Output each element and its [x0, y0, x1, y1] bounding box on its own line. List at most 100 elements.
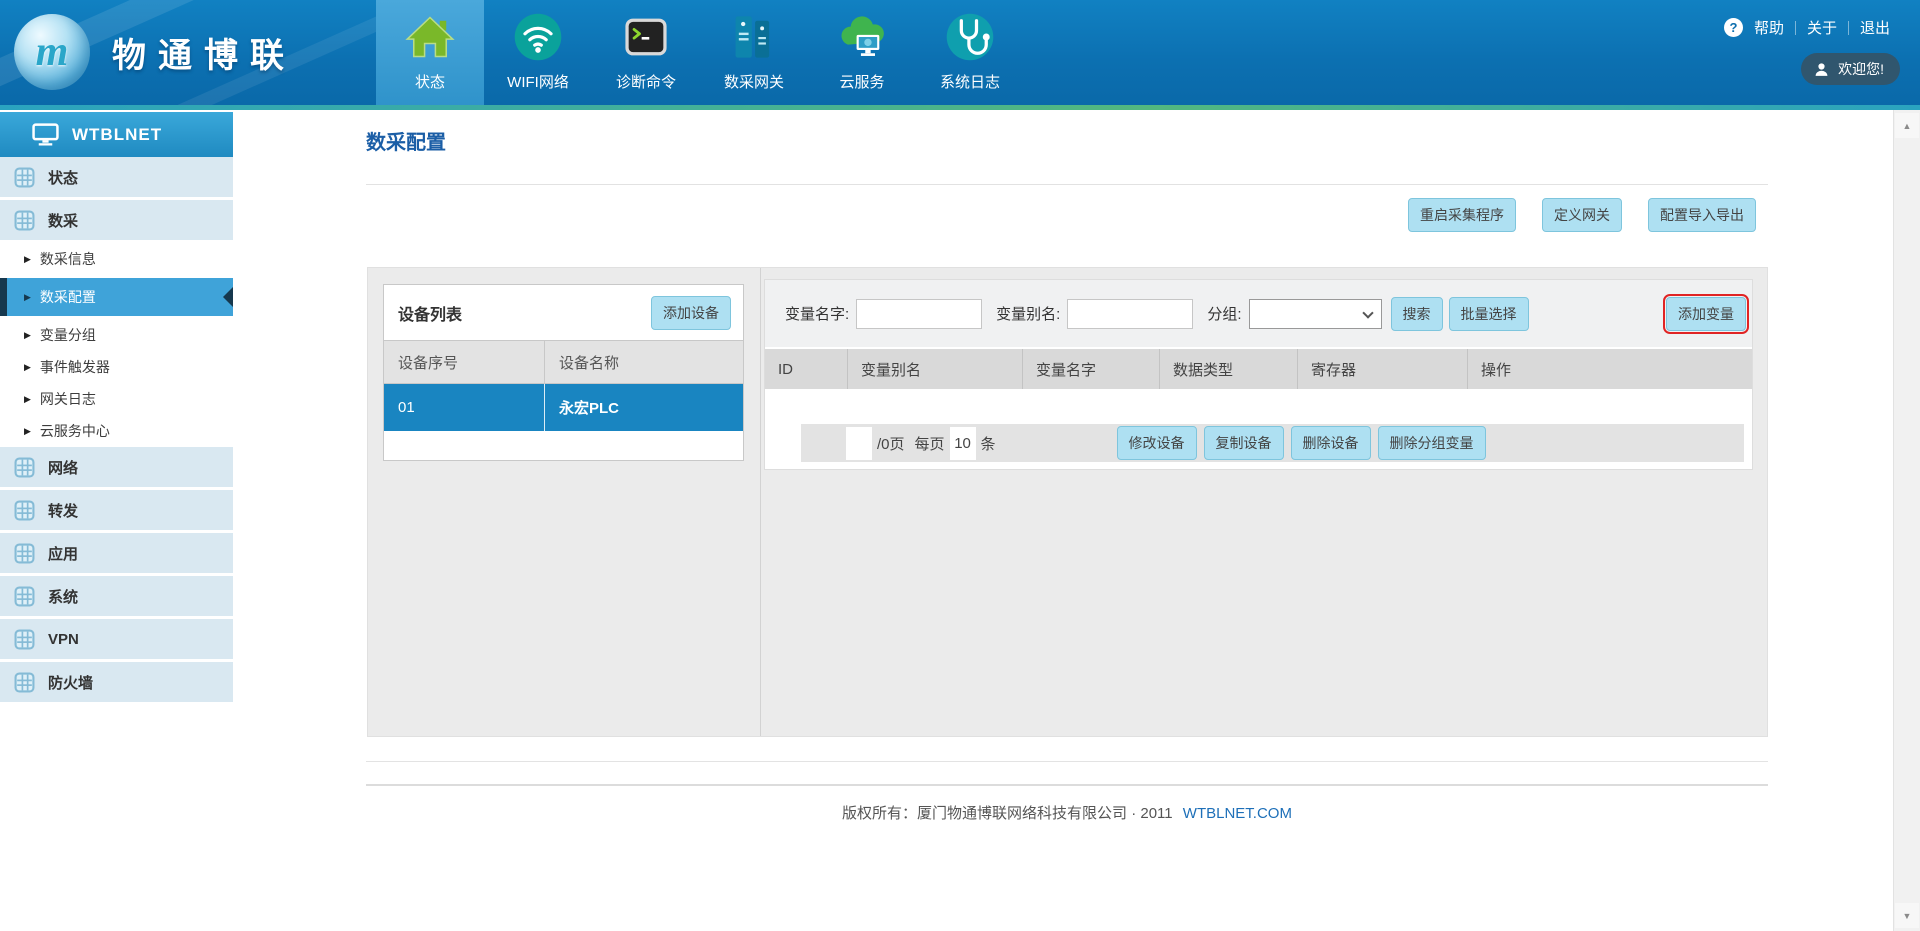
copy-device-button[interactable]: 复制设备 [1204, 426, 1284, 460]
terminal-icon [620, 11, 672, 63]
sidebar-item-label: 数采 [48, 210, 78, 231]
define-gateway-button[interactable]: 定义网关 [1542, 198, 1622, 232]
dataacq-config-panel: 设备列表 添加设备 设备序号 设备名称 01 永宏PLC 变量名字: 变量别名: [367, 267, 1768, 737]
home-icon [404, 11, 456, 63]
logout-link[interactable]: 退出 [1860, 17, 1890, 38]
sidebar-subitem-dataacq-config[interactable]: ▶ 数采配置 [0, 278, 233, 316]
nav-tab-gateway[interactable]: 数采网关 [700, 0, 808, 110]
expand-arrow-icon: ▶ [24, 292, 31, 303]
scroll-down-icon[interactable]: ▼ [1895, 903, 1919, 928]
nav-tab-wifi[interactable]: WIFI网络 [484, 0, 592, 110]
pagination-bar: /0页 每页 条 修改设备 复制设备 删除设备 删除分组变量 [801, 424, 1744, 462]
grid-icon [14, 210, 35, 231]
sidebar-item-label: 网络 [48, 457, 78, 478]
delete-group-variables-button[interactable]: 删除分组变量 [1378, 426, 1486, 460]
sidebar-item-label: 系统 [48, 586, 78, 607]
brand-logo: m 物通博联 [14, 14, 296, 90]
welcome-text: 欢迎您! [1838, 59, 1884, 79]
help-link[interactable]: 帮助 [1754, 17, 1784, 38]
wtblnet-link[interactable]: WTBLNET.COM [1183, 805, 1292, 822]
vertical-scrollbar[interactable]: ▲ ▼ [1893, 110, 1920, 931]
variable-alias-input[interactable] [1067, 299, 1193, 329]
page-number-input[interactable] [846, 427, 872, 460]
nav-tab-label: WIFI网络 [507, 71, 569, 92]
top-header: m 物通博联 状态 WIFI网络 诊断命令 [0, 0, 1920, 110]
nav-tab-diagnostic[interactable]: 诊断命令 [592, 0, 700, 110]
device-row-selected[interactable]: 01 永宏PLC [384, 384, 743, 431]
nav-tab-label: 云服务 [839, 71, 884, 92]
restart-collector-button[interactable]: 重启采集程序 [1408, 198, 1516, 232]
footer-copyright: 版权所有：厦门物通博联网络科技有限公司 · 2011 WTBLNET.COM [366, 802, 1768, 823]
selected-notch-icon [223, 287, 233, 307]
nav-tab-syslog[interactable]: 系统日志 [916, 0, 1024, 110]
logo-text: 物通博联 [112, 28, 296, 77]
delete-device-button[interactable]: 删除设备 [1291, 426, 1371, 460]
add-device-button[interactable]: 添加设备 [651, 296, 731, 330]
sidebar-item-vpn[interactable]: VPN [0, 619, 233, 659]
device-serial-column-header: 设备序号 [384, 341, 545, 383]
sidebar-title: WTBLNET [72, 125, 162, 145]
nav-tab-label: 系统日志 [940, 71, 1000, 92]
group-select[interactable] [1249, 299, 1382, 329]
grid-icon [14, 586, 35, 607]
server-icon [728, 11, 780, 63]
search-button[interactable]: 搜索 [1391, 297, 1443, 331]
device-table-header: 设备序号 设备名称 [384, 341, 743, 384]
variable-name-input[interactable] [856, 299, 982, 329]
sidebar-item-application[interactable]: 应用 [0, 533, 233, 573]
device-actions: 修改设备 复制设备 删除设备 删除分组变量 [1117, 426, 1486, 460]
sidebar-subitem-label: 变量分组 [40, 325, 96, 345]
per-page-input[interactable] [950, 427, 976, 460]
sidebar-item-system[interactable]: 系统 [0, 576, 233, 616]
sidebar: WTBLNET 状态 数采 ▶ 数采信息 ▶ 数采配置 ▶ 变量分组 ▶ 事件触… [0, 112, 233, 931]
link-separator [1795, 21, 1796, 35]
scroll-up-icon[interactable]: ▲ [1895, 113, 1919, 138]
nav-tab-cloud[interactable]: 云服务 [808, 0, 916, 110]
config-import-export-button[interactable]: 配置导入导出 [1648, 198, 1756, 232]
nav-tab-status[interactable]: 状态 [376, 0, 484, 110]
sidebar-item-network[interactable]: 网络 [0, 447, 233, 487]
sidebar-item-label: 状态 [48, 167, 78, 188]
device-list-panel: 设备列表 添加设备 设备序号 设备名称 01 永宏PLC [383, 284, 744, 461]
expand-arrow-icon: ▶ [24, 254, 31, 265]
modify-device-button[interactable]: 修改设备 [1117, 426, 1197, 460]
divider [366, 184, 1768, 185]
col-actions: 操作 [1468, 349, 1752, 389]
variables-table-header: ID 变量别名 变量名字 数据类型 寄存器 操作 [765, 347, 1752, 389]
sidebar-subitem-event-trigger[interactable]: ▶ 事件触发器 [0, 351, 233, 383]
col-id: ID [765, 349, 848, 389]
batch-select-button[interactable]: 批量选择 [1449, 297, 1529, 331]
group-label: 分组: [1207, 303, 1241, 324]
sidebar-subitem-dataacq-info[interactable]: ▶ 数采信息 [0, 243, 233, 275]
header-links: ? 帮助 关于 退出 [1724, 17, 1890, 38]
page-total-label: /0页 [877, 433, 905, 454]
sidebar-subitem-gateway-log[interactable]: ▶ 网关日志 [0, 383, 233, 415]
sidebar-item-firewall[interactable]: 防火墙 [0, 662, 233, 702]
app-window: m 物通博联 状态 WIFI网络 诊断命令 [0, 0, 1920, 931]
sidebar-item-dataacq[interactable]: 数采 [0, 200, 233, 240]
about-link[interactable]: 关于 [1807, 17, 1837, 38]
grid-icon [14, 629, 35, 650]
per-page-label: 每页 [915, 433, 945, 454]
expand-arrow-icon: ▶ [24, 330, 31, 341]
device-list-header: 设备列表 添加设备 [384, 285, 743, 341]
page-title: 数采配置 [366, 126, 446, 155]
sidebar-item-forward[interactable]: 转发 [0, 490, 233, 530]
device-name-column-header: 设备名称 [545, 341, 743, 383]
unit-label: 条 [981, 433, 996, 454]
add-variable-button[interactable]: 添加变量 [1666, 297, 1746, 331]
variable-alias-label: 变量别名: [996, 303, 1060, 324]
cloud-icon [836, 11, 888, 63]
nav-tab-label: 状态 [415, 71, 445, 92]
sidebar-item-status[interactable]: 状态 [0, 157, 233, 197]
sidebar-subitem-label: 数采信息 [40, 249, 96, 269]
sidebar-subitem-variable-group[interactable]: ▶ 变量分组 [0, 319, 233, 351]
monitor-icon [32, 123, 59, 146]
sidebar-subitem-label: 网关日志 [40, 389, 96, 409]
help-icon: ? [1724, 18, 1743, 37]
sidebar-subitem-cloud-center[interactable]: ▶ 云服务中心 [0, 415, 233, 447]
sidebar-item-label: 转发 [48, 500, 78, 521]
page-toolbar: 重启采集程序 定义网关 配置导入导出 [366, 198, 1756, 232]
sidebar-item-label: 防火墙 [48, 672, 93, 693]
variable-filter-bar: 变量名字: 变量别名: 分组: 搜索 批量选择 添加变量 [765, 280, 1752, 347]
